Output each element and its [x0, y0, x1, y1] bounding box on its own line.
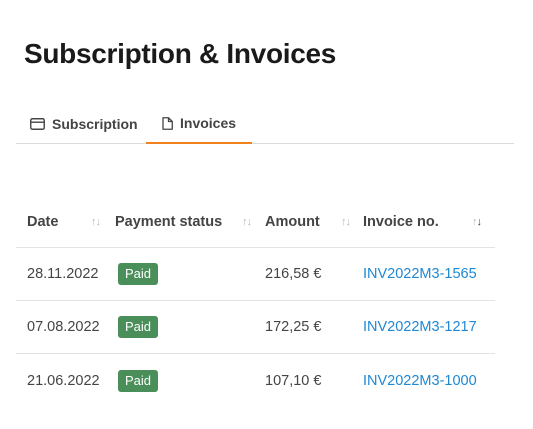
table-row: 21.06.2022 Paid 107,10 € INV2022M3-1000 — [16, 354, 495, 407]
tab-invoices[interactable]: Invoices — [146, 104, 253, 144]
invoice-date: 28.11.2022 — [27, 266, 99, 282]
invoice-amount: 107,10 € — [265, 372, 322, 389]
tab-subscription[interactable]: Subscription — [30, 104, 138, 144]
invoice-amount: 216,58 € — [265, 266, 322, 282]
column-header-invoice-no[interactable]: Invoice no. ↑↓ — [363, 196, 495, 247]
tab-bar: Subscription Invoices — [16, 104, 514, 144]
tab-subscription-label: Subscription — [52, 116, 138, 132]
credit-card-icon — [30, 118, 45, 130]
invoice-date: 21.06.2022 — [27, 372, 100, 389]
invoices-table: Date ↑↓ Payment status ↑↓ Amount ↑↓ Invo… — [16, 196, 495, 407]
document-icon — [162, 116, 173, 130]
column-header-amount[interactable]: Amount ↑↓ — [265, 196, 363, 247]
invoice-date: 07.08.2022 — [27, 319, 100, 335]
sort-icon[interactable]: ↑↓ — [91, 216, 101, 228]
sort-icon[interactable]: ↑↓ — [242, 216, 252, 228]
column-header-date-label: Date — [27, 213, 59, 230]
table-row: 28.11.2022 Paid 216,58 € INV2022M3-1565 — [16, 248, 495, 301]
invoice-link[interactable]: INV2022M3-1000 — [363, 373, 477, 389]
status-badge: Paid — [118, 316, 159, 338]
table-header-row: Date ↑↓ Payment status ↑↓ Amount ↑↓ Invo… — [16, 196, 495, 248]
page-title: Subscription & Invoices — [24, 38, 337, 69]
column-header-payment-status-label: Payment status — [115, 213, 223, 230]
column-header-invoice-no-label: Invoice no. — [363, 213, 439, 230]
invoice-amount: 172,25 € — [265, 319, 322, 335]
table-row: 07.08.2022 Paid 172,25 € INV2022M3-1217 — [16, 301, 495, 354]
column-header-date[interactable]: Date ↑↓ — [27, 196, 115, 247]
status-badge: Paid — [118, 263, 159, 285]
sort-icon[interactable]: ↑↓ — [341, 216, 351, 228]
invoice-link[interactable]: INV2022M3-1565 — [363, 266, 477, 282]
column-header-payment-status[interactable]: Payment status ↑↓ — [115, 196, 265, 247]
sort-desc-icon[interactable]: ↑↓ — [472, 216, 482, 228]
tab-invoices-label: Invoices — [180, 115, 237, 131]
column-header-amount-label: Amount — [265, 213, 320, 230]
invoice-link[interactable]: INV2022M3-1217 — [363, 319, 477, 335]
status-badge: Paid — [118, 369, 159, 392]
